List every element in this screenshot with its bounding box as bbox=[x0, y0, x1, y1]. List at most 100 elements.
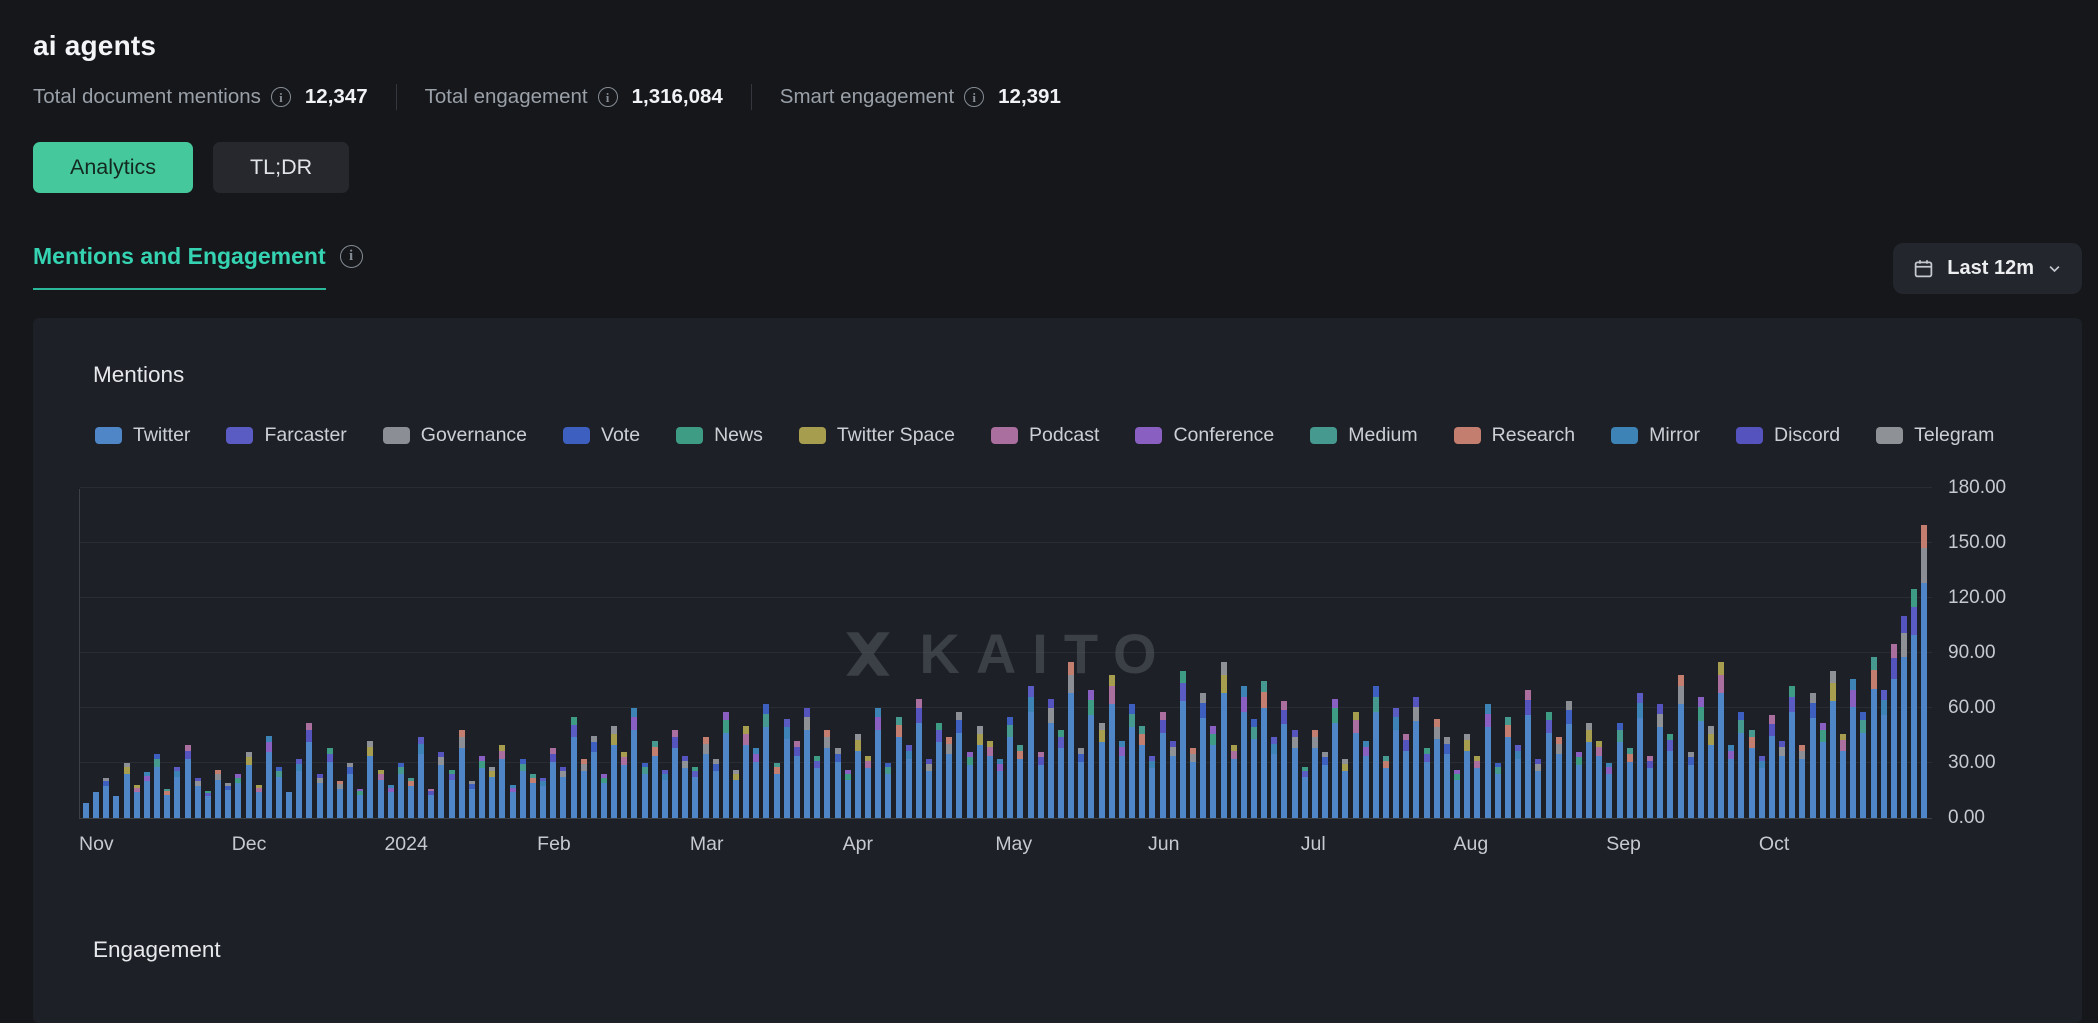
legend-item-farcaster[interactable]: Farcaster bbox=[226, 424, 346, 447]
bar[interactable] bbox=[824, 730, 830, 818]
bar[interactable] bbox=[1129, 704, 1135, 818]
bar[interactable] bbox=[916, 699, 922, 818]
bar[interactable] bbox=[1363, 741, 1369, 818]
bar[interactable] bbox=[885, 763, 891, 818]
bar[interactable] bbox=[997, 759, 1003, 818]
bar[interactable] bbox=[662, 770, 668, 818]
bar[interactable] bbox=[642, 763, 648, 818]
bar[interactable] bbox=[814, 756, 820, 818]
bar[interactable] bbox=[1799, 745, 1805, 818]
legend-item-governance[interactable]: Governance bbox=[383, 424, 527, 447]
bar[interactable] bbox=[134, 785, 140, 818]
bar[interactable] bbox=[1708, 726, 1714, 818]
bar[interactable] bbox=[1871, 657, 1877, 818]
bar[interactable] bbox=[1779, 741, 1785, 818]
bar[interactable] bbox=[733, 770, 739, 818]
bar[interactable] bbox=[1312, 730, 1318, 818]
legend-item-research[interactable]: Research bbox=[1454, 424, 1575, 447]
bar[interactable] bbox=[398, 763, 404, 818]
bar[interactable] bbox=[357, 789, 363, 818]
bar[interactable] bbox=[1485, 704, 1491, 818]
bar[interactable] bbox=[1007, 717, 1013, 818]
bar[interactable] bbox=[388, 785, 394, 818]
bar[interactable] bbox=[225, 783, 231, 818]
bar[interactable] bbox=[723, 712, 729, 818]
bar[interactable] bbox=[1810, 693, 1816, 818]
bar[interactable] bbox=[246, 752, 252, 818]
bar[interactable] bbox=[611, 726, 617, 818]
bar[interactable] bbox=[1627, 748, 1633, 818]
bar[interactable] bbox=[1261, 681, 1267, 819]
bar[interactable] bbox=[1028, 686, 1034, 818]
bar[interactable] bbox=[977, 726, 983, 818]
mentions-plot[interactable]: KAITO bbox=[79, 489, 1932, 819]
info-icon[interactable]: i bbox=[340, 245, 363, 268]
bar[interactable] bbox=[1302, 767, 1308, 818]
bar[interactable] bbox=[1474, 756, 1480, 818]
info-icon[interactable]: i bbox=[271, 87, 291, 107]
bar[interactable] bbox=[1515, 745, 1521, 818]
bar[interactable] bbox=[1678, 675, 1684, 818]
bar[interactable] bbox=[1119, 741, 1125, 818]
bar[interactable] bbox=[276, 767, 282, 818]
bar[interactable] bbox=[1495, 763, 1501, 818]
bar[interactable] bbox=[1068, 662, 1074, 818]
bar[interactable] bbox=[1596, 741, 1602, 818]
bar[interactable] bbox=[1017, 745, 1023, 818]
bar[interactable] bbox=[1657, 704, 1663, 818]
legend-item-telegram[interactable]: Telegram bbox=[1876, 424, 1994, 447]
bar[interactable] bbox=[692, 767, 698, 818]
bar[interactable] bbox=[479, 756, 485, 818]
bar[interactable] bbox=[520, 759, 526, 818]
bar[interactable] bbox=[296, 759, 302, 818]
bar[interactable] bbox=[855, 734, 861, 818]
bar[interactable] bbox=[1353, 712, 1359, 818]
bar[interactable] bbox=[763, 704, 769, 818]
bar[interactable] bbox=[1505, 717, 1511, 818]
legend-item-vote[interactable]: Vote bbox=[563, 424, 640, 447]
bar[interactable] bbox=[154, 754, 160, 818]
bar[interactable] bbox=[835, 748, 841, 818]
bar[interactable] bbox=[235, 774, 241, 818]
bar[interactable] bbox=[1556, 737, 1562, 818]
bar[interactable] bbox=[571, 717, 577, 818]
bar[interactable] bbox=[1424, 748, 1430, 818]
info-icon[interactable]: i bbox=[598, 87, 618, 107]
bar[interactable] bbox=[865, 756, 871, 818]
bar[interactable] bbox=[1292, 730, 1298, 818]
bar[interactable] bbox=[1393, 708, 1399, 818]
legend-item-twitter[interactable]: Twitter bbox=[95, 424, 190, 447]
bar[interactable] bbox=[1749, 730, 1755, 818]
bar[interactable] bbox=[93, 792, 99, 818]
bar[interactable] bbox=[1210, 726, 1216, 818]
bar[interactable] bbox=[1099, 723, 1105, 818]
bar[interactable] bbox=[987, 741, 993, 818]
bar[interactable] bbox=[1413, 697, 1419, 818]
bar[interactable] bbox=[845, 770, 851, 818]
bar[interactable] bbox=[1332, 699, 1338, 818]
legend-item-news[interactable]: News bbox=[676, 424, 763, 447]
bar[interactable] bbox=[1373, 686, 1379, 818]
bar[interactable] bbox=[1901, 616, 1907, 818]
bar[interactable] bbox=[753, 748, 759, 818]
bar[interactable] bbox=[540, 778, 546, 818]
bar[interactable] bbox=[1617, 723, 1623, 818]
bar[interactable] bbox=[1759, 756, 1765, 818]
bar[interactable] bbox=[124, 763, 130, 818]
bar[interactable] bbox=[1180, 671, 1186, 818]
bar[interactable] bbox=[1647, 756, 1653, 818]
bar[interactable] bbox=[1860, 712, 1866, 818]
bar[interactable] bbox=[967, 752, 973, 818]
bar[interactable] bbox=[1322, 752, 1328, 818]
bar[interactable] bbox=[327, 748, 333, 818]
bar[interactable] bbox=[1891, 644, 1897, 818]
bar[interactable] bbox=[113, 796, 119, 818]
bar[interactable] bbox=[946, 737, 952, 818]
bar[interactable] bbox=[367, 741, 373, 818]
bar[interactable] bbox=[1789, 686, 1795, 818]
bar[interactable] bbox=[1769, 715, 1775, 818]
bar[interactable] bbox=[418, 737, 424, 818]
bar[interactable] bbox=[1088, 690, 1094, 818]
bar[interactable] bbox=[621, 752, 627, 818]
bar[interactable] bbox=[1149, 756, 1155, 818]
